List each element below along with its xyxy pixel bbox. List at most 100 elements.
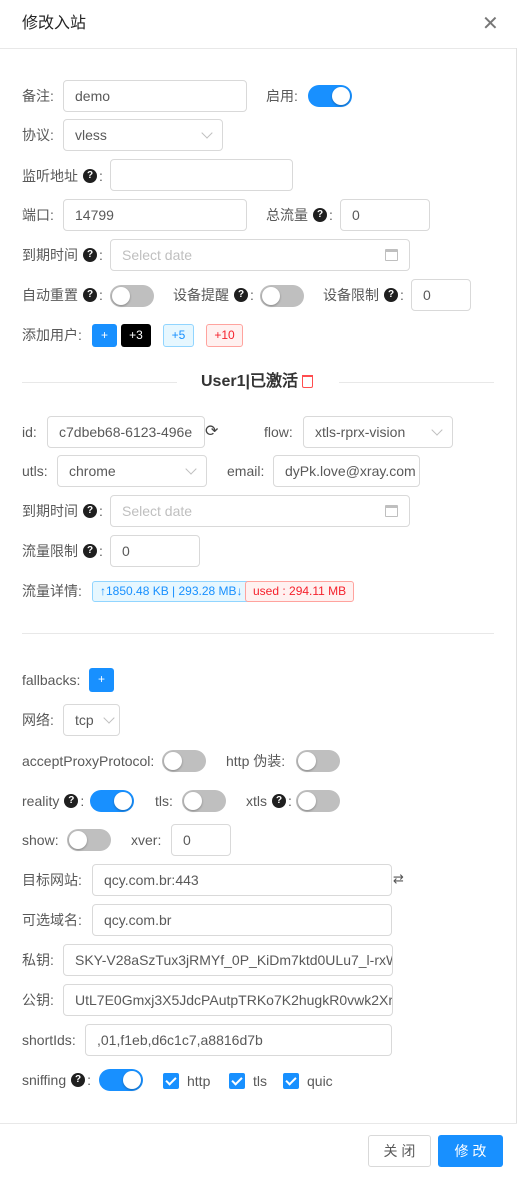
chevron-down-icon: [201, 127, 213, 139]
sniff-tls-checkbox[interactable]: [229, 1073, 245, 1089]
sniff-http-label: http: [187, 1073, 211, 1089]
calendar-icon: [385, 505, 398, 517]
add-user-button[interactable]: +: [92, 324, 117, 347]
enable-toggle[interactable]: [308, 85, 352, 107]
device-alert-label: 设备提醒?:: [173, 287, 254, 303]
protocol-select[interactable]: vless: [63, 119, 223, 151]
expiry-date-picker[interactable]: Select date: [110, 239, 410, 271]
chevron-down-icon: [431, 424, 443, 436]
help-icon[interactable]: ?: [313, 208, 327, 222]
device-limit-input[interactable]: 0: [411, 279, 471, 311]
email-input[interactable]: dyPk.love@xray.com: [273, 455, 420, 487]
submit-button[interactable]: 修 改: [438, 1135, 503, 1167]
total-label: 总流量?:: [266, 207, 333, 223]
used-tag: used : 294.11 MB: [245, 581, 355, 602]
reality-toggle[interactable]: [90, 790, 134, 812]
network-select[interactable]: tcp: [63, 704, 120, 736]
sni-label: 可选域名:: [22, 912, 82, 928]
add-3-users-button[interactable]: +3: [121, 324, 151, 347]
port-label: 端口:: [22, 207, 54, 223]
help-icon[interactable]: ?: [234, 288, 248, 302]
sniffing-label: sniffing?:: [22, 1072, 91, 1088]
divider: [22, 633, 494, 634]
add-fallback-button[interactable]: +: [89, 668, 114, 692]
user-expiry-date-picker[interactable]: Select date: [110, 495, 410, 527]
chevron-down-icon: [103, 712, 115, 724]
id-input[interactable]: c7dbeb68-6123-496e: [47, 416, 205, 448]
utls-label: utls:: [22, 463, 48, 479]
xver-label: xver:: [131, 832, 162, 848]
listen-label: 监听地址?:: [22, 168, 103, 184]
help-icon[interactable]: ?: [272, 794, 286, 808]
show-label: show:: [22, 832, 59, 848]
calendar-icon: [385, 249, 398, 261]
tls-toggle[interactable]: [182, 790, 226, 812]
accept-proxy-toggle[interactable]: [162, 750, 206, 772]
private-key-label: 私钥:: [22, 952, 54, 968]
device-limit-label: 设备限制?:: [323, 287, 404, 303]
flow-label: flow:: [264, 424, 293, 440]
help-icon[interactable]: ?: [384, 288, 398, 302]
dest-input[interactable]: qcy.com.br:443: [92, 864, 392, 896]
shortids-input[interactable]: ,01,f1eb,d6c1c7,a8816d7b: [85, 1024, 392, 1056]
flow-select[interactable]: xtls-rprx-vision: [303, 416, 453, 448]
network-label: 网络:: [22, 712, 54, 728]
device-alert-toggle[interactable]: [260, 285, 304, 307]
remark-input[interactable]: demo: [63, 80, 247, 112]
xver-input[interactable]: 0: [171, 824, 231, 856]
enable-label: 启用:: [266, 88, 298, 104]
help-icon[interactable]: ?: [83, 248, 97, 262]
add-10-users-button[interactable]: +10: [206, 324, 243, 347]
close-button[interactable]: 关 闭: [368, 1135, 431, 1167]
port-input[interactable]: 14799: [63, 199, 247, 231]
listen-input[interactable]: [110, 159, 293, 191]
chevron-down-icon: [185, 463, 197, 475]
close-icon[interactable]: ✕: [482, 14, 499, 34]
traffic-limit-input[interactable]: 0: [110, 535, 200, 567]
private-key-input[interactable]: SKY-V28aSzTux3jRMYf_0P_KiDm7ktd0ULu7_l-r…: [63, 944, 393, 976]
id-label: id:: [22, 424, 37, 440]
expiry-label: 到期时间?:: [22, 247, 103, 263]
add-user-label: 添加用户:: [22, 327, 82, 343]
xtls-toggle[interactable]: [296, 790, 340, 812]
sniffing-toggle[interactable]: [99, 1069, 143, 1091]
traffic-limit-label: 流量限制?:: [22, 543, 103, 559]
fallbacks-label: fallbacks:: [22, 672, 81, 688]
add-5-users-button[interactable]: +5: [163, 324, 194, 347]
accept-proxy-label: acceptProxyProtocol:: [22, 753, 155, 769]
utls-select[interactable]: chrome: [57, 455, 207, 487]
scrollbar[interactable]: [516, 48, 517, 1123]
help-icon[interactable]: ?: [83, 544, 97, 558]
sniff-quic-label: quic: [307, 1073, 333, 1089]
swap-icon[interactable]: ⇄: [393, 871, 404, 887]
modal-title: 修改入站: [22, 15, 87, 32]
help-icon[interactable]: ?: [71, 1073, 86, 1087]
total-input[interactable]: 0: [340, 199, 430, 231]
refresh-icon[interactable]: ⟳: [205, 423, 218, 441]
divider: [22, 382, 177, 383]
http-camouflage-toggle[interactable]: [296, 750, 340, 772]
divider: [339, 382, 494, 383]
shortids-label: shortIds:: [22, 1032, 76, 1048]
help-icon[interactable]: ?: [64, 794, 79, 808]
xtls-label: xtls?:: [246, 793, 292, 809]
protocol-label: 协议:: [22, 127, 54, 143]
help-icon[interactable]: ?: [83, 169, 97, 183]
public-key-input[interactable]: UtL7E0Gmxj3X5JdcPAutpTRKo7K2hugkR0vwk2Xr…: [63, 984, 393, 1016]
remark-label: 备注:: [22, 88, 54, 104]
footer-divider: [0, 1123, 517, 1124]
public-key-label: 公钥:: [22, 992, 54, 1008]
traffic-detail-label: 流量详情:: [22, 583, 82, 599]
sniff-http-checkbox[interactable]: [163, 1073, 179, 1089]
show-toggle[interactable]: [67, 829, 111, 851]
header-divider: [0, 48, 517, 49]
trash-icon[interactable]: [302, 375, 313, 388]
auto-reset-toggle[interactable]: [110, 285, 154, 307]
sni-input[interactable]: qcy.com.br: [92, 904, 392, 936]
email-label: email:: [227, 463, 265, 479]
help-icon[interactable]: ?: [83, 288, 97, 302]
http-camouflage-label: http 伪装:: [226, 753, 286, 769]
sniff-quic-checkbox[interactable]: [283, 1073, 299, 1089]
user-expiry-label: 到期时间?:: [22, 503, 103, 519]
help-icon[interactable]: ?: [83, 504, 97, 518]
